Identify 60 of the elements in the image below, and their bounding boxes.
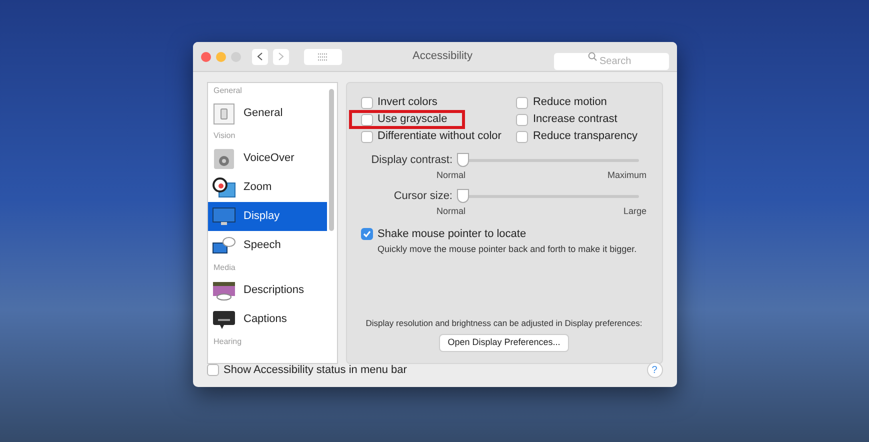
- sidebar-item[interactable]: Captions: [208, 305, 326, 334]
- sidebar-item[interactable]: Speech: [208, 231, 326, 260]
- back-button[interactable]: [252, 48, 268, 64]
- show-all-button[interactable]: [304, 48, 342, 64]
- open-display-preferences-button[interactable]: Open Display Preferences...: [440, 335, 568, 351]
- checkbox[interactable]: [360, 96, 372, 108]
- sidebar-item[interactable]: General: [208, 99, 326, 128]
- close-button[interactable]: [200, 52, 210, 62]
- minimize-button[interactable]: [216, 52, 226, 62]
- checkbox[interactable]: [516, 130, 528, 142]
- option-label: Shake mouse pointer to locate: [378, 227, 526, 242]
- sidebar-header: Vision: [212, 130, 236, 142]
- option-label: Invert colors: [378, 95, 438, 110]
- slider-track[interactable]: [456, 189, 638, 204]
- slider-label: Cursor size:: [392, 189, 452, 204]
- checkmark-icon: [362, 230, 370, 238]
- slider-track[interactable]: [456, 153, 638, 168]
- screen-icon: [212, 280, 236, 302]
- sidebar-header: Hearing: [212, 336, 243, 348]
- option-label: Increase contrast: [532, 112, 618, 128]
- slider-label: Display contrast:: [370, 153, 452, 168]
- chevron-right-icon: [278, 52, 284, 61]
- checkbox[interactable]: [516, 96, 528, 108]
- search-field[interactable]: Search: [554, 53, 668, 70]
- sidebar-item[interactable]: Display: [208, 202, 326, 231]
- sidebar-item[interactable]: VoiceOver: [208, 144, 326, 173]
- scrollbar[interactable]: [328, 89, 334, 231]
- slider-min-label: Normal: [436, 168, 466, 182]
- option-label: Show Accessibility status in menu bar: [224, 362, 407, 378]
- sidebar-header: General: [212, 85, 243, 97]
- option-label: Reduce motion: [532, 95, 607, 110]
- option-label: Use grayscale: [378, 112, 448, 128]
- option-label: Reduce transparency: [532, 129, 638, 144]
- display-note: Display resolution and brightness can be adjusted in Display preferences:: [364, 317, 644, 330]
- captions-icon: [212, 308, 236, 330]
- checkbox[interactable]: [206, 364, 218, 376]
- slider-max-label: Large: [623, 204, 646, 218]
- slider-thumb[interactable]: [456, 189, 468, 204]
- checkbox[interactable]: [360, 228, 372, 240]
- sidebar-item[interactable]: Zoom: [208, 173, 326, 202]
- slider-thumb[interactable]: [456, 153, 468, 168]
- forward-button[interactable]: [272, 48, 288, 64]
- chevron-left-icon: [256, 52, 262, 61]
- sidebar-item[interactable]: Descriptions: [208, 276, 326, 305]
- switch-icon: [212, 102, 234, 124]
- option-label: Differentiate without color: [378, 129, 502, 144]
- checkbox[interactable]: [360, 114, 372, 126]
- checkbox[interactable]: [360, 130, 372, 142]
- magnifier-icon: [212, 176, 236, 198]
- monitor-icon: [212, 206, 236, 228]
- search-icon: [588, 52, 596, 61]
- grid-icon: [318, 52, 328, 60]
- checkbox[interactable]: [516, 114, 528, 126]
- speech-bubble-icon: [212, 234, 236, 256]
- sidebar-header: Media: [212, 262, 236, 274]
- slider-max-label: Maximum: [607, 168, 646, 182]
- speaker-icon: [212, 148, 234, 170]
- option-description: Quickly move the mouse pointer back and forth to make it bigger.: [378, 242, 638, 256]
- slider-min-label: Normal: [436, 204, 466, 218]
- window-title: Accessibility: [412, 49, 474, 64]
